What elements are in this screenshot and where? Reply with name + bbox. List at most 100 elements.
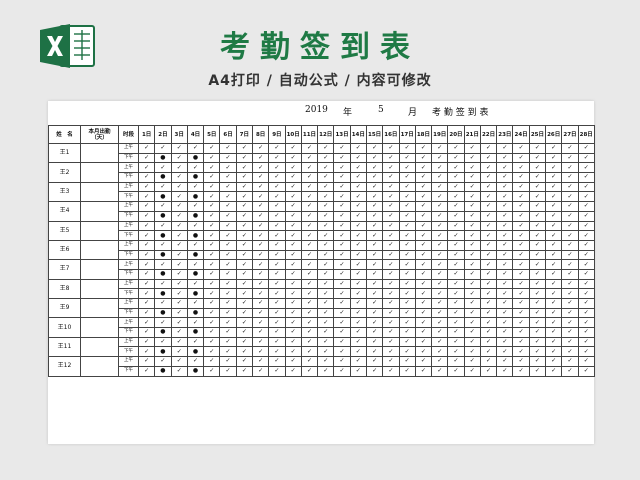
check-mark[interactable]: ✓ (333, 239, 351, 251)
check-mark[interactable]: ✓ (382, 172, 400, 183)
check-mark[interactable]: ✓ (235, 336, 253, 348)
check-mark[interactable]: ✓ (317, 268, 335, 280)
check-mark[interactable]: ✓ (203, 210, 221, 222)
check-mark[interactable]: ✓ (300, 239, 319, 251)
check-mark[interactable]: ✓ (561, 162, 579, 174)
check-mark[interactable]: ✓ (561, 201, 579, 212)
check-mark[interactable]: ✓ (463, 346, 481, 358)
check-mark[interactable]: ✓ (512, 162, 530, 174)
check-mark[interactable]: ✓ (170, 278, 188, 290)
check-mark[interactable]: ✓ (577, 162, 595, 174)
check-mark[interactable]: ✓ (463, 201, 481, 212)
check-mark[interactable]: ✓ (512, 356, 530, 367)
check-mark[interactable]: ✓ (137, 152, 156, 164)
check-mark[interactable]: ✓ (398, 210, 416, 222)
check-mark[interactable]: ✓ (577, 239, 595, 251)
check-mark[interactable]: ✓ (251, 268, 270, 280)
check-mark[interactable]: ✓ (398, 288, 416, 299)
check-mark[interactable]: ✓ (577, 317, 595, 329)
check-mark[interactable]: ✓ (300, 268, 319, 280)
check-mark[interactable]: ✓ (365, 249, 384, 261)
check-mark[interactable]: ✓ (349, 298, 367, 309)
check-mark[interactable]: ✓ (251, 336, 270, 348)
check-mark[interactable]: ✓ (333, 327, 351, 338)
check-mark[interactable]: ✓ (398, 336, 416, 348)
check-mark[interactable]: ✓ (561, 220, 579, 232)
check-mark[interactable]: ✓ (528, 356, 547, 367)
check-mark[interactable]: ✓ (333, 268, 351, 280)
leave-mark[interactable]: ● (154, 288, 172, 299)
check-mark[interactable]: ✓ (382, 152, 400, 164)
employee-total-days[interactable] (80, 142, 119, 164)
check-mark[interactable]: ✓ (365, 172, 384, 183)
check-mark[interactable]: ✓ (235, 152, 253, 164)
check-mark[interactable]: ✓ (349, 307, 367, 319)
check-mark[interactable]: ✓ (317, 230, 335, 241)
check-mark[interactable]: ✓ (512, 239, 530, 251)
check-mark[interactable]: ✓ (317, 307, 335, 319)
check-mark[interactable]: ✓ (268, 317, 286, 329)
check-mark[interactable]: ✓ (137, 288, 156, 299)
check-mark[interactable]: ✓ (186, 278, 205, 290)
check-mark[interactable]: ✓ (333, 181, 351, 193)
check-mark[interactable]: ✓ (186, 143, 205, 154)
check-mark[interactable]: ✓ (317, 356, 335, 367)
check-mark[interactable]: ✓ (154, 298, 172, 309)
check-mark[interactable]: ✓ (479, 143, 498, 154)
check-mark[interactable]: ✓ (512, 220, 530, 232)
check-mark[interactable]: ✓ (268, 239, 286, 251)
check-mark[interactable]: ✓ (300, 365, 319, 377)
check-mark[interactable]: ✓ (431, 365, 449, 377)
check-mark[interactable]: ✓ (284, 346, 302, 358)
check-mark[interactable]: ✓ (137, 143, 156, 154)
check-mark[interactable]: ✓ (398, 327, 416, 338)
check-mark[interactable]: ✓ (251, 307, 270, 319)
check-mark[interactable]: ✓ (545, 259, 563, 270)
check-mark[interactable]: ✓ (496, 239, 514, 251)
check-mark[interactable]: ✓ (431, 162, 449, 174)
check-mark[interactable]: ✓ (414, 230, 433, 241)
check-mark[interactable]: ✓ (561, 356, 579, 367)
leave-mark[interactable]: ● (186, 230, 205, 241)
check-mark[interactable]: ✓ (235, 162, 253, 174)
check-mark[interactable]: ✓ (512, 191, 530, 203)
check-mark[interactable]: ✓ (479, 307, 498, 319)
check-mark[interactable]: ✓ (203, 249, 221, 261)
check-mark[interactable]: ✓ (317, 327, 335, 338)
check-mark[interactable]: ✓ (398, 143, 416, 154)
check-mark[interactable]: ✓ (463, 230, 481, 241)
check-mark[interactable]: ✓ (496, 191, 514, 203)
check-mark[interactable]: ✓ (268, 356, 286, 367)
check-mark[interactable]: ✓ (382, 201, 400, 212)
check-mark[interactable]: ✓ (284, 298, 302, 309)
check-mark[interactable]: ✓ (170, 152, 188, 164)
check-mark[interactable]: ✓ (317, 365, 335, 377)
check-mark[interactable]: ✓ (447, 298, 465, 309)
check-mark[interactable]: ✓ (463, 298, 481, 309)
check-mark[interactable]: ✓ (512, 346, 530, 358)
check-mark[interactable]: ✓ (219, 336, 237, 348)
check-mark[interactable]: ✓ (300, 152, 319, 164)
check-mark[interactable]: ✓ (154, 162, 172, 174)
check-mark[interactable]: ✓ (382, 336, 400, 348)
check-mark[interactable]: ✓ (219, 249, 237, 261)
check-mark[interactable]: ✓ (235, 191, 253, 203)
check-mark[interactable]: ✓ (447, 259, 465, 270)
check-mark[interactable]: ✓ (365, 230, 384, 241)
check-mark[interactable]: ✓ (463, 307, 481, 319)
check-mark[interactable]: ✓ (431, 220, 449, 232)
check-mark[interactable]: ✓ (528, 346, 547, 358)
check-mark[interactable]: ✓ (447, 220, 465, 232)
leave-mark[interactable]: ● (154, 230, 172, 241)
check-mark[interactable]: ✓ (186, 336, 205, 348)
check-mark[interactable]: ✓ (545, 249, 563, 261)
check-mark[interactable]: ✓ (349, 336, 367, 348)
check-mark[interactable]: ✓ (170, 365, 188, 377)
check-mark[interactable]: ✓ (414, 201, 433, 212)
check-mark[interactable]: ✓ (577, 346, 595, 358)
check-mark[interactable]: ✓ (577, 191, 595, 203)
check-mark[interactable]: ✓ (398, 298, 416, 309)
check-mark[interactable]: ✓ (219, 365, 237, 377)
check-mark[interactable]: ✓ (512, 259, 530, 270)
check-mark[interactable]: ✓ (496, 162, 514, 174)
